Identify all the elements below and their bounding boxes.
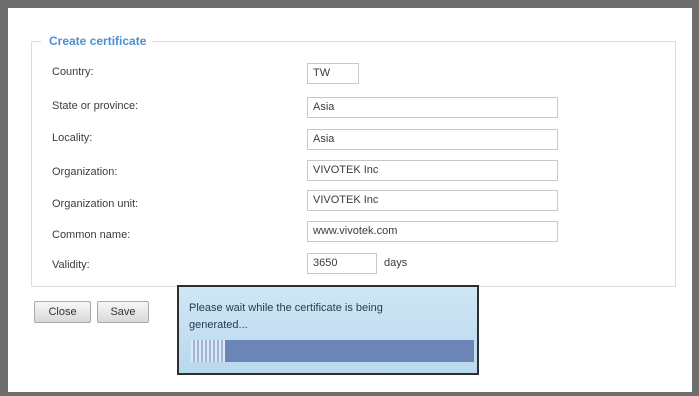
organization-unit-label: Organization unit: bbox=[52, 198, 139, 210]
locality-label: Locality: bbox=[52, 132, 93, 144]
country-field[interactable]: TW bbox=[307, 63, 359, 84]
state-field[interactable]: Asia bbox=[307, 97, 558, 118]
save-button[interactable]: Save bbox=[97, 301, 149, 323]
organization-unit-field[interactable]: VIVOTEK Inc bbox=[307, 190, 558, 211]
close-button[interactable]: Close bbox=[34, 301, 91, 323]
organization-field[interactable]: VIVOTEK Inc bbox=[307, 160, 558, 181]
common-name-label: Common name: bbox=[52, 229, 131, 241]
section-title: Create certificate bbox=[41, 34, 153, 48]
progress-fill bbox=[191, 340, 225, 362]
locality-field[interactable]: Asia bbox=[307, 129, 558, 150]
validity-field[interactable]: 3650 bbox=[307, 253, 377, 274]
progress-bar bbox=[191, 340, 474, 362]
organization-label: Organization: bbox=[52, 166, 118, 178]
country-label: Country: bbox=[52, 66, 94, 78]
state-label: State or province: bbox=[52, 100, 139, 112]
dialog-message: Please wait while the certificate is bei… bbox=[189, 302, 383, 331]
validity-unit: days bbox=[384, 257, 408, 269]
progress-dialog: Please wait while the certificate is bei… bbox=[177, 285, 479, 375]
validity-label: Validity: bbox=[52, 259, 90, 271]
common-name-field[interactable]: www.vivotek.com bbox=[307, 221, 558, 242]
